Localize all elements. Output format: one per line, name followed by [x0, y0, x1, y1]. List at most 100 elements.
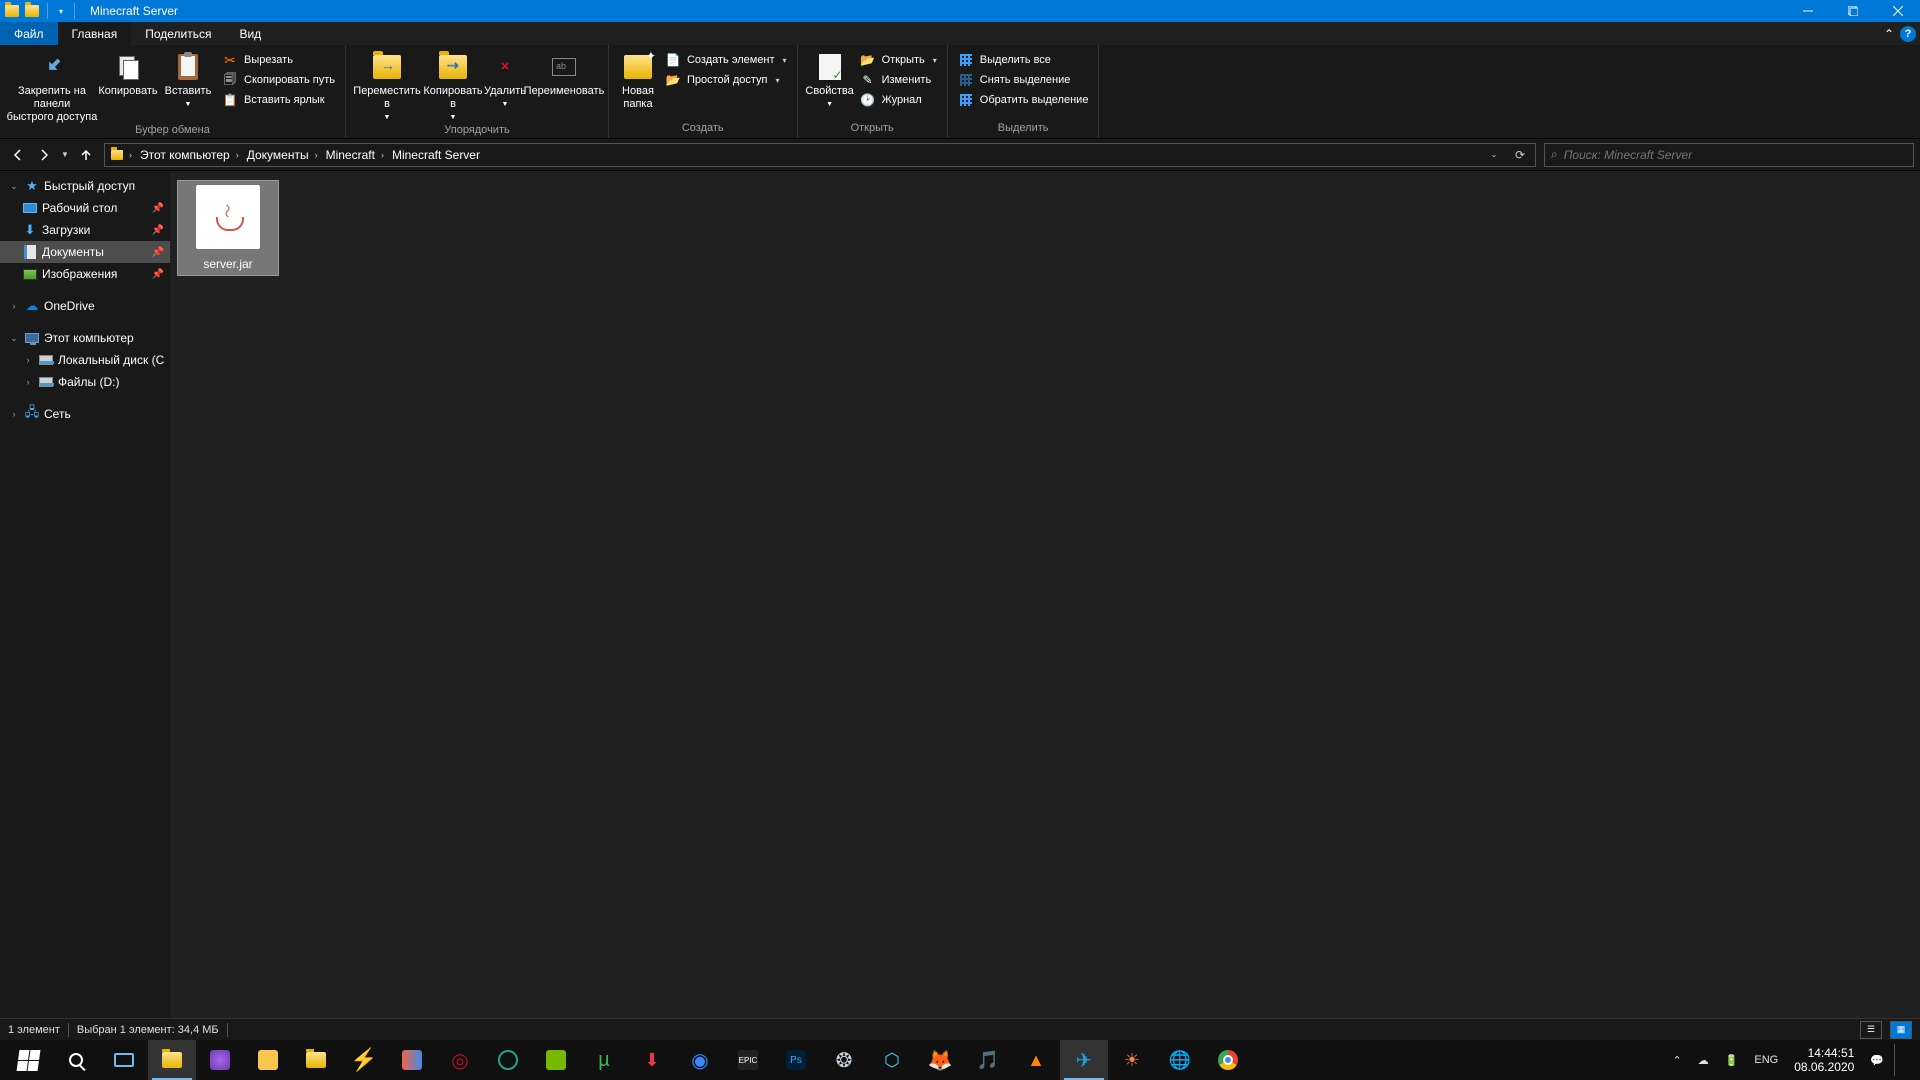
taskbar-app-20[interactable]: ☀ [1108, 1040, 1156, 1080]
taskbar-app-14[interactable]: ❂ [820, 1040, 868, 1080]
sidebar-downloads[interactable]: ⬇Загрузки📌 [0, 219, 170, 241]
paste-shortcut-icon: 📋 [222, 92, 238, 108]
sidebar-desktop[interactable]: Рабочий стол📌 [0, 197, 170, 219]
address-dropdown-button[interactable]: ⌄ [1481, 144, 1507, 166]
sidebar-pictures[interactable]: Изображения📌 [0, 263, 170, 285]
taskbar-search-button[interactable] [52, 1040, 100, 1080]
select-all-button[interactable]: Выделить все [956, 51, 1091, 69]
taskbar-app-6[interactable]: ◎ [436, 1040, 484, 1080]
minimize-button[interactable] [1785, 0, 1830, 22]
move-to-button[interactable]: → Переместить в▼ [352, 47, 422, 124]
select-all-icon [958, 52, 974, 68]
search-box[interactable]: ⌕ [1544, 143, 1914, 167]
maximize-button[interactable] [1830, 0, 1875, 22]
file-item[interactable]: server.jar [178, 181, 278, 275]
history-button[interactable]: 🕑Журнал [858, 91, 939, 109]
taskbar-app-21[interactable]: 🌐 [1156, 1040, 1204, 1080]
start-button[interactable] [4, 1040, 52, 1080]
taskbar-app-4[interactable]: ⚡ [340, 1040, 388, 1080]
file-list[interactable]: server.jar [170, 171, 1920, 1018]
tab-file[interactable]: Файл [0, 22, 58, 45]
taskbar-app-3[interactable] [292, 1040, 340, 1080]
sidebar-network[interactable]: ›🖧Сеть [0, 403, 170, 425]
properties-button[interactable]: Свойства▼ [804, 47, 856, 111]
taskbar-app-5[interactable] [388, 1040, 436, 1080]
search-input[interactable] [1564, 148, 1907, 162]
show-desktop-button[interactable] [1894, 1044, 1910, 1076]
tray-battery-icon[interactable]: 🔋 [1719, 1054, 1745, 1067]
breadcrumb-current[interactable]: Minecraft Server [388, 144, 484, 166]
app-icon: ⬇ [640, 1048, 664, 1072]
taskbar-app-16[interactable]: 🦊 [916, 1040, 964, 1080]
taskbar-app-12[interactable]: EPIC [724, 1040, 772, 1080]
sidebar-files-d[interactable]: ›Файлы (D:) [0, 371, 170, 393]
up-button[interactable] [74, 143, 98, 167]
tab-home[interactable]: Главная [58, 22, 132, 45]
paste-button[interactable]: Вставить▼ [158, 47, 218, 111]
delete-button[interactable]: ✕ Удалить▼ [484, 47, 526, 111]
tray-language[interactable]: ENG [1748, 1054, 1784, 1066]
sidebar-this-pc[interactable]: ⌄Этот компьютер [0, 327, 170, 349]
view-icons-button[interactable]: ▦ [1890, 1021, 1912, 1039]
taskbar-app-2[interactable] [244, 1040, 292, 1080]
help-icon[interactable]: ? [1900, 26, 1916, 42]
taskbar-app-17[interactable]: 🎵 [964, 1040, 1012, 1080]
pin-to-quick-access-button[interactable]: Закрепить на панели быстрого доступа [6, 47, 98, 124]
paste-shortcut-button[interactable]: 📋Вставить ярлык [220, 91, 337, 109]
copy-button[interactable]: Копировать [98, 47, 158, 98]
tray-notifications-icon[interactable]: 💬 [1864, 1054, 1890, 1067]
tray-onedrive-icon[interactable]: ☁ [1692, 1054, 1715, 1067]
sidebar-local-disk[interactable]: ›Локальный диск (C [0, 349, 170, 371]
nvidia-icon [546, 1050, 566, 1070]
taskbar-app-9[interactable]: µ [580, 1040, 628, 1080]
select-none-button[interactable]: Снять выделение [956, 71, 1091, 89]
tray-chevron[interactable]: ⌃ [1666, 1054, 1687, 1067]
sidebar-quick-access[interactable]: ⌄★Быстрый доступ [0, 175, 170, 197]
forward-button[interactable] [32, 143, 56, 167]
taskbar-app-18[interactable]: ▲ [1012, 1040, 1060, 1080]
qat-dropdown[interactable]: ▾ [55, 7, 67, 16]
copy-path-button[interactable]: 🗐Скопировать путь [220, 71, 337, 89]
open-button[interactable]: 📂Открыть▾ [858, 51, 939, 69]
windows-logo-icon [16, 1050, 40, 1071]
new-item-button[interactable]: 📄Создать элемент▾ [663, 51, 789, 69]
new-folder-button[interactable]: Новая папка [615, 47, 661, 111]
view-details-button[interactable]: ☰ [1860, 1021, 1882, 1039]
taskbar-app-11[interactable]: ◉ [676, 1040, 724, 1080]
taskbar-app-15[interactable]: ⬡ [868, 1040, 916, 1080]
copy-to-button[interactable]: ⇢ Копировать в▼ [422, 47, 484, 124]
tab-share[interactable]: Поделиться [131, 22, 225, 45]
tab-view[interactable]: Вид [225, 22, 275, 45]
qat-folder-icon[interactable] [24, 3, 40, 19]
taskbar-app-8[interactable] [532, 1040, 580, 1080]
taskbar-app-19[interactable]: ✈ [1060, 1040, 1108, 1080]
refresh-button[interactable]: ⟳ [1507, 144, 1533, 166]
breadcrumb-this-pc[interactable]: Этот компьютер› [136, 144, 243, 166]
ribbon-collapse-icon[interactable]: ⌃ [1884, 27, 1894, 41]
taskbar-explorer[interactable] [148, 1040, 196, 1080]
breadcrumb-documents[interactable]: Документы› [243, 144, 322, 166]
onedrive-icon: ☁ [24, 298, 40, 314]
easy-access-button[interactable]: 📂Простой доступ▾ [663, 71, 789, 89]
sidebar-documents[interactable]: Документы📌 [0, 241, 170, 263]
pin-icon: 📌 [152, 247, 164, 258]
taskbar-taskview-button[interactable] [100, 1040, 148, 1080]
rename-button[interactable]: Переименовать [526, 47, 602, 98]
taskbar-app-1[interactable] [196, 1040, 244, 1080]
tray-clock[interactable]: 14:44:51 08.06.2020 [1788, 1046, 1860, 1074]
taskbar-app-10[interactable]: ⬇ [628, 1040, 676, 1080]
uplay-icon: ◉ [688, 1048, 712, 1072]
breadcrumb-root-icon[interactable]: › [107, 144, 136, 166]
sidebar-onedrive[interactable]: ›☁OneDrive [0, 295, 170, 317]
close-button[interactable] [1875, 0, 1920, 22]
recent-locations-button[interactable]: ▼ [58, 143, 72, 167]
back-button[interactable] [6, 143, 30, 167]
breadcrumb-minecraft[interactable]: Minecraft› [322, 144, 388, 166]
navigation-pane[interactable]: ⌄★Быстрый доступ Рабочий стол📌 ⬇Загрузки… [0, 171, 170, 1018]
address-bar[interactable]: › Этот компьютер› Документы› Minecraft› … [104, 143, 1536, 167]
taskbar-app-13[interactable]: Ps [772, 1040, 820, 1080]
cut-button[interactable]: ✂Вырезать [220, 51, 337, 69]
taskbar-app-22[interactable] [1204, 1040, 1252, 1080]
taskbar-app-7[interactable] [484, 1040, 532, 1080]
invert-selection-button[interactable]: Обратить выделение [956, 91, 1091, 109]
